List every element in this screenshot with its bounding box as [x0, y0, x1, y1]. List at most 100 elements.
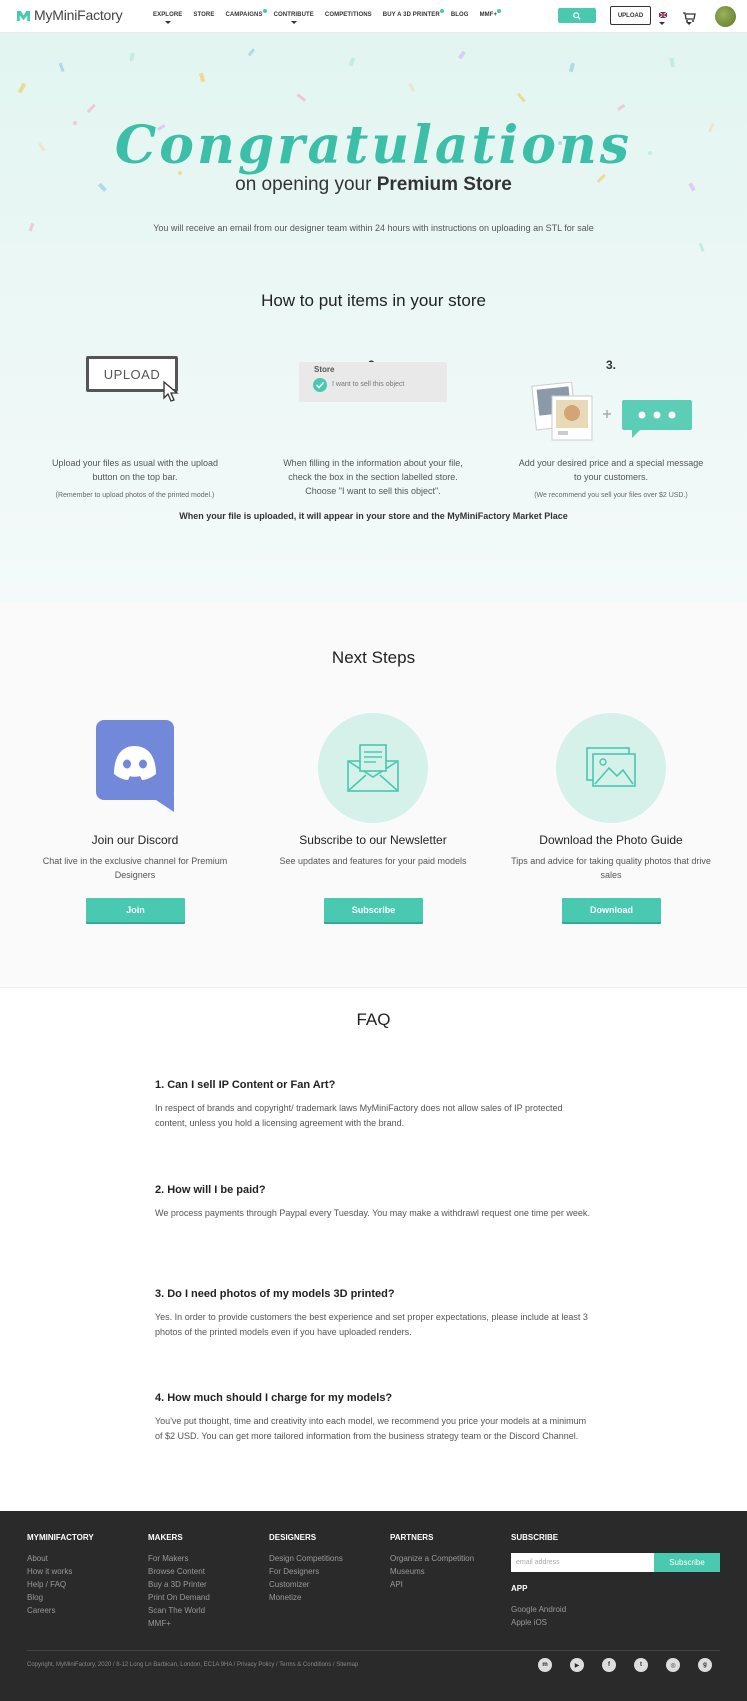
footer-link[interactable]: MMF+	[148, 1617, 210, 1630]
subhead-prefix: on opening your	[235, 174, 377, 195]
footer-link[interactable]: Customizer	[269, 1578, 343, 1591]
footer-link[interactable]: Blog	[27, 1591, 94, 1604]
footer-link[interactable]: Organize a Competition	[390, 1552, 474, 1565]
footer-link[interactable]: About	[27, 1552, 94, 1565]
footer-link[interactable]: Design Competitions	[269, 1552, 343, 1565]
nav-link-label: BUY A 3D PRINTER	[382, 12, 440, 18]
footer-link[interactable]: Buy a 3D Printer	[148, 1578, 210, 1591]
instagram-icon[interactable]: ◎	[666, 1658, 680, 1672]
search-button[interactable]	[558, 8, 596, 23]
step-3: 3.	[516, 358, 706, 372]
uk-flag-icon[interactable]	[659, 12, 667, 18]
faq-answer: Yes. In order to provide customers the b…	[155, 1312, 588, 1337]
nav-link-label: MMF+	[479, 12, 498, 18]
footer-col-title: APP	[511, 1584, 528, 1593]
nav-link-buy-printer[interactable]: BUY A 3D PRINTER	[382, 9, 444, 18]
footer-link[interactable]: Print On Demand	[148, 1591, 210, 1604]
download-button[interactable]: Download	[562, 898, 661, 922]
nav-link-label: BLOG	[450, 12, 469, 18]
store-illustration-text: I want to sell this object	[332, 381, 405, 388]
chevron-down-icon	[686, 22, 692, 25]
nav-link-contribute[interactable]: CONTRIBUTE	[274, 12, 314, 24]
newsletter-card: Subscribe to our Newsletter See updates …	[263, 833, 483, 868]
footer-link[interactable]: For Designers	[269, 1565, 343, 1578]
next-steps-title: Next Steps	[331, 648, 416, 667]
subscribe-button[interactable]: Subscribe	[324, 898, 423, 922]
faq-question: 2. How will I be paid?	[155, 1184, 266, 1196]
join-button[interactable]: Join	[86, 898, 185, 922]
faq-section: FAQ 1. Can I sell IP Content or Fan Art?…	[0, 988, 747, 1511]
footer-link[interactable]: Careers	[27, 1604, 94, 1617]
meetup-icon[interactable]: m	[538, 1658, 552, 1672]
footer-link[interactable]: API	[390, 1578, 474, 1591]
card-title: Download the Photo Guide	[539, 833, 683, 847]
footer-link[interactable]: Monetize	[269, 1591, 343, 1604]
card-title: Subscribe to our Newsletter	[299, 833, 447, 847]
discord-card: Join our Discord Chat live in the exclus…	[25, 833, 245, 882]
nav-links: EXPLORE STORE CAMPAIGNS CONTRIBUTE COMPE…	[153, 9, 508, 24]
footer-link[interactable]: Scan The World	[148, 1604, 210, 1617]
photo-guide-card: Download the Photo Guide Tips and advice…	[501, 833, 721, 882]
step-number: 3.	[605, 358, 616, 372]
upload-button[interactable]: UPLOAD	[610, 6, 651, 25]
footer-col-partners: PARTNERS Organize a Competition Museums …	[390, 1533, 474, 1591]
faq-answer: In respect of brands and copyright/ trad…	[155, 1103, 563, 1128]
nav-link-campaigns[interactable]: CAMPAIGNS	[225, 9, 267, 18]
step-note: (Remember to upload photos of the printe…	[55, 492, 215, 499]
twitch-icon[interactable]: t	[634, 1658, 648, 1672]
chevron-down-icon	[659, 22, 665, 25]
faq-answer: We process payments through Paypal every…	[155, 1208, 590, 1218]
discord-icon	[96, 720, 174, 812]
nav-link-mmf-plus[interactable]: MMF+	[479, 9, 502, 18]
footer-col-makers: MAKERS For Makers Browse Content Buy a 3…	[148, 1533, 210, 1630]
new-dot-icon	[439, 9, 444, 13]
cart-icon[interactable]	[682, 9, 696, 23]
footer-link[interactable]: Museums	[390, 1565, 474, 1578]
search-icon	[573, 11, 581, 20]
footer-link[interactable]: How it works	[27, 1565, 94, 1578]
step-1-text: Upload your files as usual with the uplo…	[40, 456, 230, 499]
facebook-icon[interactable]: f	[602, 1658, 616, 1672]
nav-link-label: STORE	[193, 12, 215, 18]
footer-link[interactable]: Browse Content	[148, 1565, 210, 1578]
nav-link-blog[interactable]: BLOG	[451, 12, 469, 18]
top-navigation: MyMiniFactory EXPLORE STORE CAMPAIGNS CO…	[0, 0, 747, 33]
footer-col-title: PARTNERS	[390, 1533, 434, 1542]
envelope-icon	[347, 744, 399, 792]
price-message-illustration	[531, 382, 692, 441]
footer-col-title: MAKERS	[148, 1533, 183, 1542]
youtube-icon[interactable]: ▶	[570, 1658, 584, 1672]
user-avatar[interactable]	[715, 6, 736, 27]
faq-item: 3. Do I need photos of my models 3D prin…	[155, 1288, 595, 1340]
card-title: Join our Discord	[91, 833, 179, 847]
card-description: Tips and advice for taking quality photo…	[511, 856, 711, 880]
footer-link[interactable]: Help / FAQ	[27, 1578, 94, 1591]
photo-icon	[586, 747, 636, 787]
nav-link-store[interactable]: STORE	[193, 12, 214, 18]
faq-question: 1. Can I sell IP Content or Fan Art?	[155, 1079, 336, 1091]
email-field[interactable]: email address	[511, 1553, 654, 1572]
checkmark-icon	[313, 378, 327, 392]
hero-subheading: on opening your Premium Store	[0, 174, 747, 196]
new-dot-icon	[262, 9, 267, 13]
footer-link[interactable]: Apple iOS	[511, 1616, 566, 1629]
faq-question: 4. How much should I charge for my model…	[155, 1392, 393, 1404]
step-description: Upload your files as usual with the uplo…	[51, 458, 219, 482]
logo-text: MyMiniFactory	[34, 7, 123, 23]
nav-link-explore[interactable]: EXPLORE	[153, 12, 182, 24]
footer-subscribe-button[interactable]: Subscribe	[654, 1553, 720, 1572]
nav-link-competitions[interactable]: COMPETITIONS	[325, 12, 372, 18]
chevron-down-icon	[290, 21, 297, 24]
footer-link[interactable]: Google Android	[511, 1603, 566, 1616]
footer-col-myminifactory: MYMINIFACTORY About How it works Help / …	[27, 1533, 94, 1617]
footer-col-title: DESIGNERS	[269, 1533, 317, 1542]
nav-link-label: COMPETITIONS	[324, 12, 372, 18]
footer-col-app: APP Google Android Apple iOS	[511, 1584, 566, 1629]
footer-link[interactable]: For Makers	[148, 1552, 210, 1565]
step-description: Add your desired price and a special mes…	[518, 458, 704, 482]
upload-footnote: When your file is uploaded, it will appe…	[179, 511, 568, 521]
github-icon[interactable]: g	[698, 1658, 712, 1672]
site-logo[interactable]: MyMiniFactory	[16, 7, 123, 23]
logo-icon	[16, 10, 31, 21]
store-illustration-label: Store	[314, 365, 335, 374]
